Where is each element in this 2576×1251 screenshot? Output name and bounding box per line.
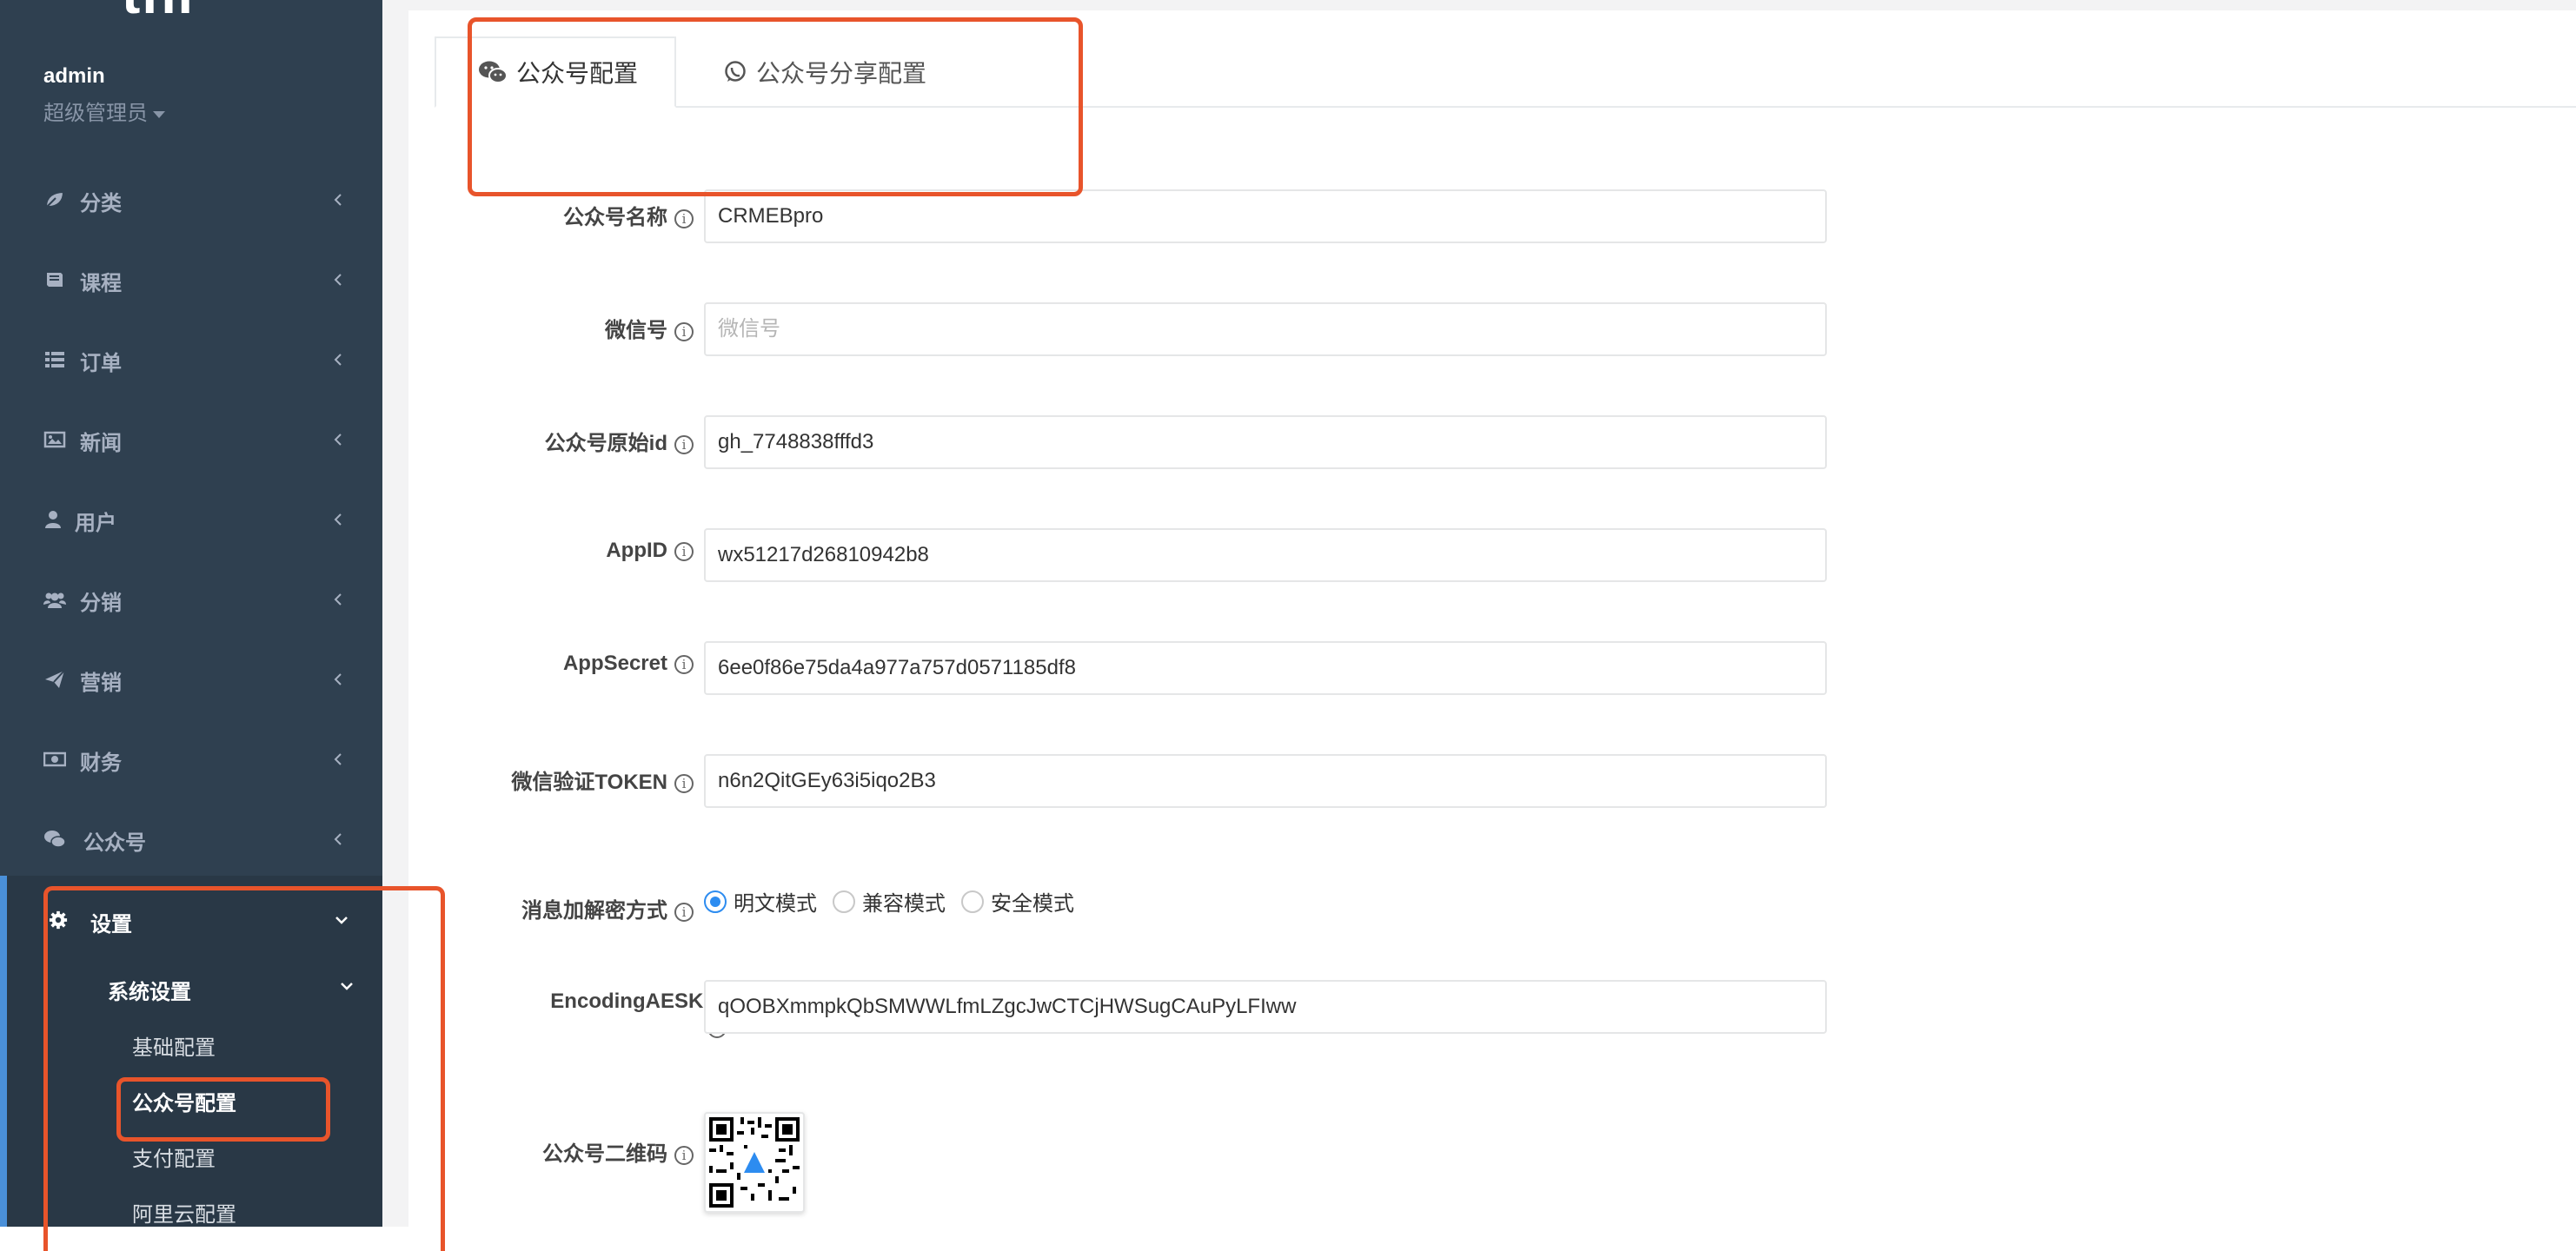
info-icon[interactable]: i [674,1145,694,1165]
caret-down-icon [153,110,165,118]
user-role-label: 超级管理员 [43,102,148,125]
appid-input[interactable] [704,528,1827,582]
info-icon[interactable]: i [674,321,694,341]
encoding-aes-key-input[interactable] [704,980,1827,1034]
chevron-left-icon [334,194,342,206]
appsecret-input[interactable] [704,641,1827,695]
sidebar-item-label: 用户 [75,512,116,535]
radio-secure-mode[interactable]: 安全模式 [961,886,1074,917]
sidebar-item-label: 财务 [80,751,122,775]
sidebar-item-users[interactable]: 用户 [0,480,382,559]
field-label: EncodingAESKeyi [408,989,727,1041]
sidebar-item-distribution[interactable]: 分销 [0,559,382,639]
sidebar-item-label: 公众号 [83,831,146,855]
user-name[interactable]: admin [43,64,105,89]
chevron-left-icon [334,354,342,366]
chevron-left-icon [334,274,342,286]
qrcode-icon [709,1117,800,1208]
user-icon [45,511,61,528]
wechat-id-input[interactable] [704,302,1827,356]
info-icon[interactable]: i [674,434,694,454]
sidebar-item-finance[interactable]: 财务 [0,719,382,799]
original-id-input[interactable] [704,415,1827,469]
field-label: 微信号 i [408,313,694,343]
logo: thi [122,0,195,26]
user-role-dropdown[interactable]: 超级管理员 [43,96,165,126]
sidebar-item-category[interactable]: 分类 [0,160,382,240]
sidebar-item-official-account[interactable]: 公众号 [0,799,382,879]
users-icon [43,592,66,608]
chevron-left-icon [334,513,342,526]
sidebar-item-orders[interactable]: 订单 [0,320,382,400]
field-label: 公众号名称 i [408,200,694,230]
annotation-box-tabs [468,17,1083,196]
info-icon[interactable]: i [674,541,694,561]
chevron-left-icon [334,673,342,685]
token-input[interactable] [704,754,1827,808]
radio-unchecked-icon [961,890,984,913]
sidebar-item-label: 新闻 [80,432,122,455]
official-account-name-input[interactable] [704,189,1827,243]
sidebar-item-news[interactable]: 新闻 [0,400,382,480]
chevron-left-icon [334,753,342,765]
radio-unchecked-icon [833,890,855,913]
chevron-left-icon [334,434,342,446]
field-label: 消息加解密方式 i [408,893,694,923]
annotation-box-active-menu [116,1077,330,1142]
info-icon[interactable]: i [674,902,694,922]
info-icon[interactable]: i [674,654,694,674]
field-label: AppSecret i [408,652,694,676]
sidebar-item-label: 分类 [80,192,122,215]
radio-checked-icon [704,890,727,913]
sidebar-item-label: 订单 [80,352,122,375]
chevron-left-icon [334,593,342,606]
list-icon [45,352,64,367]
book-icon [47,273,63,287]
qrcode-image[interactable] [704,1112,805,1213]
sidebar-item-marketing[interactable]: 营销 [0,639,382,719]
paper-plane-icon [45,670,65,688]
sidebar-item-label: 营销 [80,672,122,695]
sidebar-item-label: 分销 [80,592,122,615]
image-icon [43,431,66,448]
annotation-box-settings [43,886,445,1251]
field-label: 微信验证TOKEN i [408,764,694,795]
info-icon[interactable]: i [674,773,694,793]
field-label: 公众号原始id i [408,426,694,456]
encrypt-mode-radio-group: 明文模式 兼容模式 安全模式 [704,886,1074,917]
wechat-icon [44,831,66,848]
radio-compatible-mode[interactable]: 兼容模式 [833,886,946,917]
sidebar-item-course[interactable]: 课程 [0,240,382,320]
sidebar-item-label: 课程 [80,272,122,295]
leaf-icon [44,190,65,208]
chevron-left-icon [334,833,342,845]
money-icon [43,751,66,767]
radio-plaintext-mode[interactable]: 明文模式 [704,886,817,917]
info-icon[interactable]: i [674,208,694,228]
field-label: AppID i [408,539,694,563]
field-label: 公众号二维码 i [408,1136,694,1167]
